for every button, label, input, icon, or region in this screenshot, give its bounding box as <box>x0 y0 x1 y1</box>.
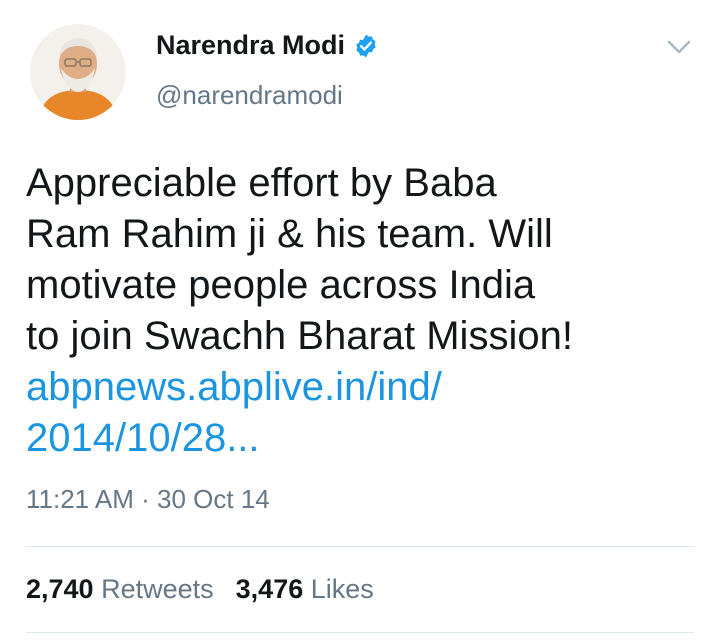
tweet-timestamp[interactable]: 11:21 AM · 30 Oct 14 <box>26 484 270 515</box>
display-name[interactable]: Narendra Modi <box>156 30 345 61</box>
tweet-text-line: to join Swachh Bharat Mission! <box>26 314 573 358</box>
tweet-card: Narendra Modi @narendramodi Appreciable … <box>0 0 720 642</box>
likes-count: 3,476 <box>235 574 304 604</box>
retweets-count: 2,740 <box>26 574 94 604</box>
user-name-row[interactable]: Narendra Modi <box>156 30 379 61</box>
tweet-text-line: Ram Rahim ji & his team. Will <box>26 212 553 256</box>
tweet-text-line: Appreciable effort by Baba <box>26 161 497 205</box>
avatar[interactable] <box>30 24 126 120</box>
divider <box>26 632 694 633</box>
tweet-link-line[interactable]: abpnews.abplive.in/ind/ <box>26 362 696 413</box>
chevron-down-icon[interactable] <box>666 38 692 56</box>
tweet-link-line[interactable]: 2014/10/28... <box>26 413 696 464</box>
tweet-text-line: motivate people across India <box>26 263 536 307</box>
tweet-link[interactable]: abpnews.abplive.in/ind/ 2014/10/28... <box>26 362 696 464</box>
likes-stat[interactable]: 3,476 Likes <box>236 574 374 605</box>
tweet-text: Appreciable effort by Baba Ram Rahim ji … <box>26 158 696 464</box>
user-handle[interactable]: @narendramodi <box>156 80 343 111</box>
likes-label: Likes <box>310 574 374 604</box>
retweets-label: Retweets <box>101 574 214 604</box>
divider <box>26 546 694 547</box>
retweets-stat[interactable]: 2,740 Retweets <box>26 574 214 605</box>
verified-badge-icon <box>353 33 379 59</box>
tweet-stats: 2,740 Retweets 3,476 Likes <box>26 574 374 605</box>
profile-photo-icon <box>30 24 126 120</box>
